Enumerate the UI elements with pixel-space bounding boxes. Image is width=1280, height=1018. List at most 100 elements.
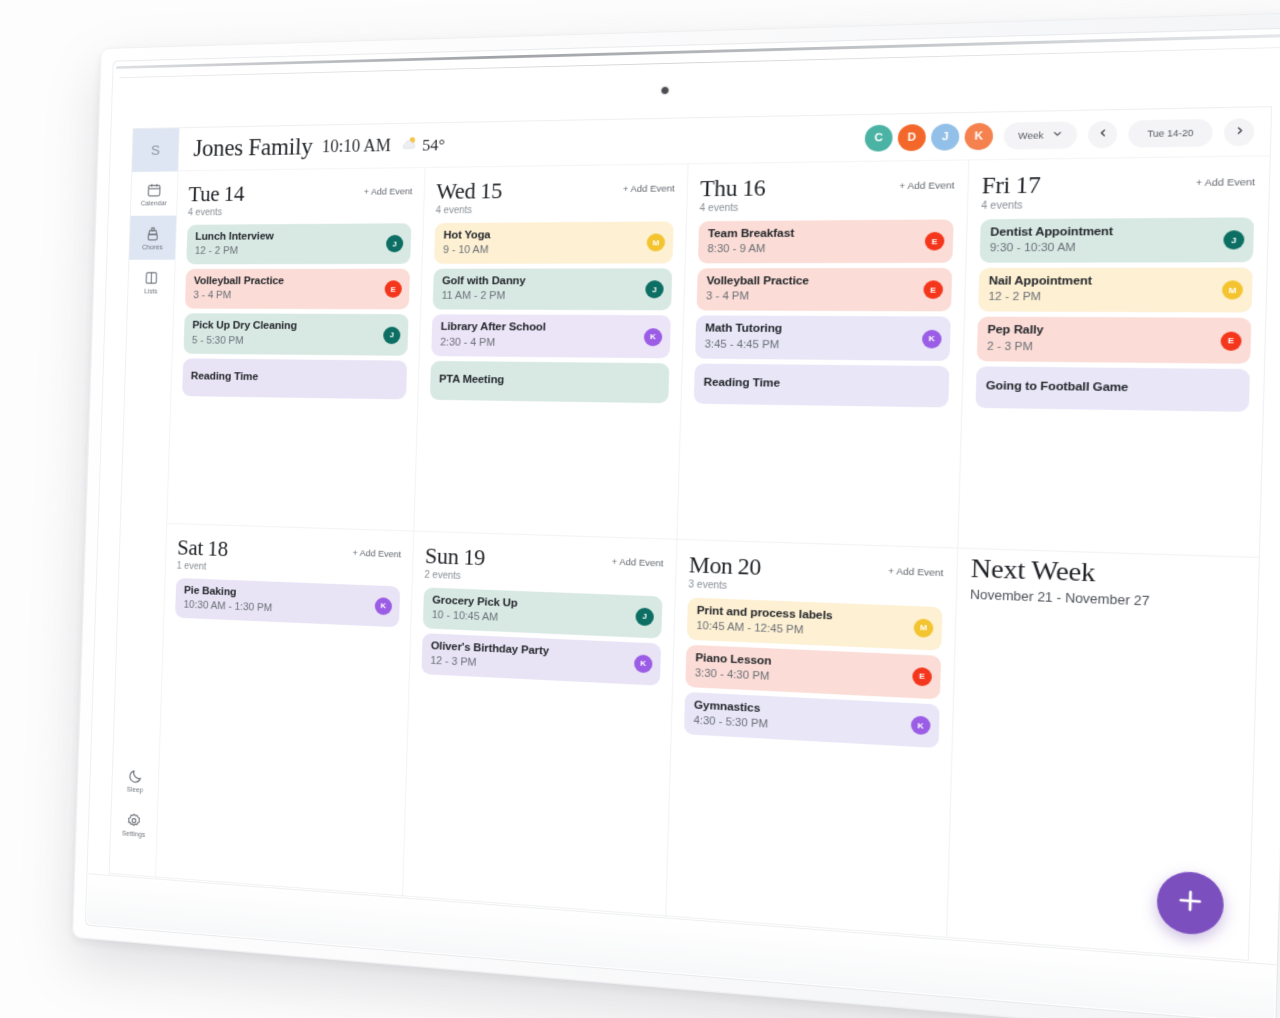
event-card[interactable]: Lunch Interview 12 - 2 PM J (186, 223, 412, 265)
next-week-title: Next Week (970, 552, 1096, 588)
day-name: Wed 15 (435, 178, 503, 204)
device-perspective-wrapper: S Calendar Chores Lists Sleep Settings J… (0, 0, 1280, 1018)
event-title: Hot Yoga (443, 229, 491, 242)
day-event-count: 4 events (187, 207, 223, 219)
event-time: 4:30 - 5:30 PM (693, 714, 769, 731)
event-card[interactable]: Print and process labels 10:45 AM - 12:45… (686, 596, 943, 651)
chevron-down-icon (1052, 129, 1062, 141)
add-event-button[interactable]: + Add Event (364, 186, 413, 197)
sidebar-bottom-items: Sleep Settings (110, 757, 159, 877)
event-card[interactable]: Gymnastics 4:30 - 5:30 PM K (683, 691, 940, 749)
event-member-badge: M (913, 618, 934, 638)
current-time: 10:10 AM (321, 135, 392, 157)
chevron-right-icon (1234, 126, 1245, 138)
sun-cloud-icon (400, 134, 419, 157)
topbar-spacer (455, 138, 855, 145)
sidebar-item-label: Chores (141, 244, 163, 252)
event-card[interactable]: Golf with Danny 11 AM - 2 PM J (432, 268, 673, 311)
day-cell: Sun 19 + Add Event 2 events Grocery Pick Up 1… (403, 531, 678, 916)
event-title: Piano Lesson (695, 651, 772, 668)
event-time: 8:30 - 9 AM (707, 243, 766, 256)
chevron-left-icon (1097, 128, 1107, 140)
event-title: Nail Appointment (988, 275, 1093, 288)
next-week-button[interactable] (1223, 117, 1255, 146)
event-list: Team Breakfast 8:30 - 9 AM E Volleyball Pra… (693, 219, 954, 408)
event-member-badge: K (633, 654, 653, 674)
event-card[interactable]: Going to Football Game (975, 366, 1251, 412)
event-card[interactable]: Volleyball Practice 3 - 4 PM E (184, 268, 411, 310)
event-time: 5 - 5:30 PM (191, 334, 244, 347)
event-time: 3:45 - 4:45 PM (704, 338, 780, 351)
event-card[interactable]: Library After School 2:30 - 4 PM K (431, 314, 671, 358)
event-card[interactable]: Reading Time (693, 363, 950, 408)
event-card[interactable]: Hot Yoga 9 - 10 AM M (434, 221, 674, 265)
sidebar-item-calendar[interactable]: Calendar (131, 171, 178, 215)
event-time: 9 - 10 AM (442, 244, 489, 257)
day-cell: Sat 18 + Add Event 1 event Pie Baking 10:30 A… (155, 523, 415, 896)
sidebar-nav-items: Calendar Chores Lists (128, 171, 178, 303)
add-event-button[interactable]: + Add Event (352, 548, 401, 560)
event-title: Going to Football Game (985, 379, 1129, 394)
event-card[interactable]: Grocery Pick Up 10 - 10:45 AM J (422, 586, 663, 639)
add-event-button[interactable]: + Add Event (611, 556, 663, 569)
avatar[interactable]: K (964, 122, 994, 150)
add-event-button[interactable]: + Add Event (623, 183, 675, 195)
event-card[interactable]: Reading Time (182, 358, 408, 400)
add-event-button[interactable]: + Add Event (1196, 177, 1256, 189)
event-title: Team Breakfast (707, 227, 795, 241)
event-title: Golf with Danny (441, 275, 526, 288)
day-event-count: 4 events (699, 202, 739, 215)
avatar[interactable]: C (864, 124, 893, 152)
display-screen: S Calendar Chores Lists Sleep Settings J… (109, 107, 1272, 960)
event-card[interactable]: Pep Rally 2 - 3 PM E (976, 317, 1252, 364)
date-range-display[interactable]: Tue 14-20 (1128, 118, 1214, 148)
event-title: Pick Up Dry Cleaning (192, 320, 298, 333)
day-name: Tue 14 (188, 181, 245, 206)
event-time: 3:30 - 4:30 PM (694, 667, 770, 683)
event-list: Lunch Interview 12 - 2 PM J Volleyball Prac… (182, 223, 412, 400)
event-card[interactable]: Pick Up Dry Cleaning 5 - 5:30 PM J (183, 313, 409, 356)
event-card[interactable]: Pie Baking 10:30 AM - 1:30 PM K (175, 577, 401, 627)
event-time: 12 - 2 PM (194, 245, 239, 257)
event-card[interactable]: PTA Meeting (429, 360, 670, 403)
sidebar-item-settings[interactable]: Settings (110, 801, 157, 848)
event-card[interactable]: Oliver's Birthday Party 12 - 3 PM K (421, 632, 662, 686)
avatar[interactable]: D (897, 123, 927, 151)
event-title: Volleyball Practice (193, 275, 285, 288)
add-event-fab[interactable] (1156, 869, 1225, 937)
event-member-badge: E (912, 666, 933, 687)
add-event-button[interactable]: + Add Event (899, 180, 955, 192)
week-grid: Tue 14 + Add Event 4 events Lunch Interview 1… (155, 156, 1270, 960)
event-card[interactable]: Math Tutoring 3:45 - 4:45 PM K (695, 315, 951, 361)
profile-initial-avatar[interactable]: S (132, 128, 179, 172)
previous-week-button[interactable] (1087, 120, 1118, 148)
avatar[interactable]: J (930, 122, 960, 151)
event-time: 11 AM - 2 PM (441, 290, 506, 303)
sidebar-item-label: Lists (144, 288, 158, 296)
event-list: Hot Yoga 9 - 10 AM M Golf with Danny 11 AM -… (429, 221, 674, 403)
next-week-range: November 21 - November 27 (969, 586, 1150, 609)
day-cell: Fri 17 + Add Event 4 events Dentist Appointm… (958, 156, 1270, 558)
event-card[interactable]: Volleyball Practice 3 - 4 PM E (696, 268, 953, 312)
day-name: Fri 17 (981, 171, 1041, 199)
day-cell: Tue 14 + Add Event 4 events Lunch Interview 1… (167, 167, 426, 532)
view-selector[interactable]: Week (1003, 120, 1078, 150)
gear-icon (126, 812, 142, 829)
event-title: Reading Time (190, 370, 259, 383)
day-cell: Wed 15 + Add Event 4 events Hot Yoga 9 - 10 A… (414, 164, 689, 540)
weather-widget: 54° (400, 133, 445, 157)
event-time: 3 - 4 PM (705, 290, 750, 303)
wall-display-device: S Calendar Chores Lists Sleep Settings J… (72, 11, 1280, 1018)
plus-icon (1174, 884, 1207, 922)
event-card[interactable]: Nail Appointment 12 - 2 PM M (978, 267, 1253, 313)
temperature-value: 54° (421, 135, 446, 154)
event-card[interactable]: Piano Lesson 3:30 - 4:30 PM E (685, 644, 942, 700)
calendar-icon (146, 182, 162, 198)
add-event-button[interactable]: + Add Event (888, 565, 944, 578)
event-card[interactable]: Team Breakfast 8:30 - 9 AM E (697, 219, 954, 264)
sidebar-item-label: Sleep (126, 786, 144, 795)
sidebar-item-chores[interactable]: Chores (129, 215, 177, 260)
main-content: Jones Family 10:10 AM 54° C D J K Week T… (155, 107, 1272, 960)
event-title: Print and process labels (696, 604, 833, 622)
event-title: Lunch Interview (195, 230, 274, 243)
